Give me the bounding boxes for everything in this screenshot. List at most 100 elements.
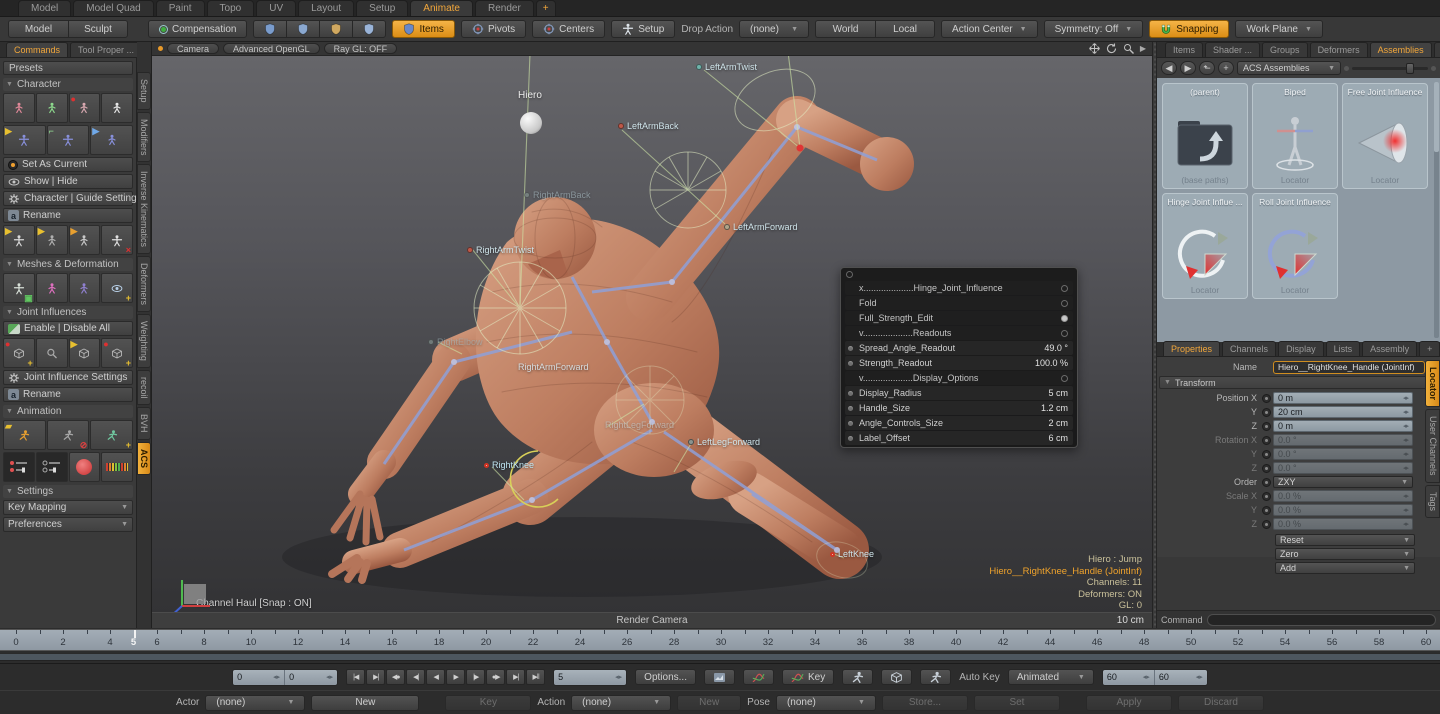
rig-label-leftarmtwist[interactable]: LeftArmTwist: [696, 62, 757, 72]
side-tab-bvh[interactable]: BVH: [137, 407, 151, 440]
hud-row-strength-readout[interactable]: Strength_Readout100.0 %: [845, 356, 1073, 370]
rig-label-leftlegforward[interactable]: LeftLegForward: [688, 437, 760, 447]
play-forward-button[interactable]: ▶: [446, 669, 465, 685]
back-button[interactable]: ◀: [1161, 61, 1177, 75]
prop-side-tab-user-channels[interactable]: User Channels: [1425, 409, 1440, 483]
frame-number-54[interactable]: 54: [1275, 637, 1295, 648]
rig-label-leftarmforward[interactable]: LeftArmForward: [724, 222, 798, 232]
rig-label-rightarmtwist[interactable]: RightArmTwist: [467, 245, 534, 255]
new-action-button[interactable]: New: [677, 695, 741, 711]
zoom-icon[interactable]: [1123, 43, 1134, 54]
current-start-field[interactable]: 0◂▸: [285, 670, 337, 685]
prop-tab-item[interactable]: +: [1419, 341, 1440, 356]
hiero-root-label[interactable]: Hiero: [518, 90, 542, 101]
character-mesh[interactable]: [332, 120, 914, 580]
transform-value-field[interactable]: 0.0 °◂▸: [1273, 448, 1413, 460]
delete-character-icon[interactable]: ×: [101, 225, 133, 255]
action-dropdown[interactable]: (none)▼: [571, 695, 671, 711]
prop-tab-properties[interactable]: Properties: [1163, 341, 1220, 356]
rig-label-leftknee[interactable]: LeftKnee: [830, 549, 874, 559]
import-character-icon[interactable]: ▶: [3, 125, 46, 155]
character-record-icon[interactable]: ●: [69, 93, 101, 123]
rp-tab-item[interactable]: +: [1434, 42, 1440, 57]
store-pose-button[interactable]: Store...: [882, 695, 968, 711]
prop-tab-assembly[interactable]: Assembly: [1362, 341, 1417, 356]
retarget-icon-3[interactable]: ▶: [69, 225, 101, 255]
raygl-button[interactable]: Ray GL: OFF: [324, 43, 398, 54]
frame-number-36[interactable]: 36: [852, 637, 872, 648]
slider-thumb[interactable]: [1406, 63, 1414, 74]
side-tab-recoil[interactable]: recoil: [137, 370, 151, 406]
transform-section-header[interactable]: ▼Transform: [1159, 376, 1438, 389]
thumbnail-size-slider[interactable]: [1344, 61, 1436, 75]
transform-value-field[interactable]: 0.0 %◂▸: [1273, 490, 1413, 502]
joint-handle-dot[interactable]: [724, 224, 730, 230]
reset-dropdown[interactable]: Reset▼: [1275, 534, 1415, 546]
add-eye-icon[interactable]: +: [101, 273, 133, 303]
presets-header[interactable]: Presets: [3, 61, 133, 75]
inspect-joint-influence-icon[interactable]: [36, 338, 68, 368]
record-button-icon[interactable]: [69, 452, 101, 482]
transform-value-field[interactable]: 0 m◂▸: [1273, 420, 1413, 432]
channel-toggle-icon[interactable]: [1262, 464, 1271, 473]
meshes-section-header[interactable]: ▼Meshes & Deformation: [3, 258, 133, 271]
go-last-button[interactable]: ▶‖: [526, 669, 545, 685]
joint-handle-dot[interactable]: [524, 192, 530, 198]
rig-label-leftarmback[interactable]: LeftArmBack: [618, 121, 679, 131]
local-button[interactable]: Local: [875, 20, 935, 38]
frame-number-28[interactable]: 28: [664, 637, 684, 648]
frame-number-8[interactable]: 8: [194, 637, 214, 648]
viewport-flyout-icon[interactable]: ▶: [1140, 44, 1146, 53]
prev-keyframe-button[interactable]: ◀●: [386, 669, 405, 685]
actor-dropdown[interactable]: (none)▼: [205, 695, 305, 711]
assembly-card-free-joint[interactable]: Free Joint Influence Locator: [1342, 83, 1428, 189]
step-forward-button[interactable]: |▶: [466, 669, 485, 685]
side-tab-modifiers[interactable]: Modifiers: [137, 112, 151, 163]
camera-view-button[interactable]: Camera: [167, 43, 219, 54]
edge-shield-button[interactable]: [286, 20, 319, 38]
rig-label-rightlegforward[interactable]: RightLegForward: [605, 420, 674, 430]
hud-row-display-radius[interactable]: Display_Radius5 cm: [845, 386, 1073, 400]
transform-value-field[interactable]: 0.0 °◂▸: [1273, 434, 1413, 446]
frame-number-46[interactable]: 46: [1087, 637, 1107, 648]
prop-tab-lists[interactable]: Lists: [1326, 341, 1361, 356]
timeline-scrollbar[interactable]: [0, 653, 1440, 661]
transform-value-field[interactable]: 20 cm◂▸: [1273, 406, 1413, 418]
key-mapping-dropdown[interactable]: Key Mapping▼: [3, 500, 133, 515]
rig-label-rightarmforward[interactable]: RightArmForward: [518, 362, 589, 372]
channel-toggle-icon[interactable]: [1262, 520, 1271, 529]
deform-mesh-icon[interactable]: [69, 273, 101, 303]
command-input[interactable]: [1207, 614, 1436, 626]
prop-tab-display[interactable]: Display: [1278, 341, 1324, 356]
preferences-dropdown[interactable]: Preferences▼: [3, 517, 133, 532]
shading-mode-button[interactable]: Advanced OpenGL: [223, 43, 320, 54]
remove-joint-influence-icon[interactable]: ●+: [101, 338, 133, 368]
prop-side-tab-locator[interactable]: Locator: [1425, 360, 1440, 407]
drop-action-dropdown[interactable]: (none)▼: [739, 20, 809, 38]
transfer-joint-influence-icon[interactable]: ▶: [69, 338, 101, 368]
pan-icon[interactable]: [1089, 43, 1100, 54]
menu-tab-animate[interactable]: Animate: [410, 0, 473, 16]
retarget-icon-1[interactable]: ▶: [3, 225, 35, 255]
joint-influence-settings-button[interactable]: Joint Influence Settings: [3, 370, 133, 385]
hud-row-label-offset[interactable]: Label_Offset6 cm: [845, 431, 1073, 445]
menu-tab-topo[interactable]: Topo: [207, 0, 255, 16]
new-actor-button[interactable]: New: [311, 695, 419, 711]
compensation-button[interactable]: Compensation: [148, 20, 247, 38]
orbit-icon[interactable]: [1106, 43, 1117, 54]
hud-radio-icon[interactable]: [1061, 330, 1068, 337]
joint-influences-section-header[interactable]: ▼Joint Influences: [3, 306, 133, 319]
assembly-card-parent[interactable]: (parent) (base paths): [1162, 83, 1248, 189]
up-folder-button[interactable]: ⬑: [1199, 61, 1215, 75]
side-tab-deformers[interactable]: Deformers: [137, 256, 151, 312]
jump-forward-button[interactable]: ▶|: [506, 669, 525, 685]
menu-tab-uv[interactable]: UV: [256, 0, 296, 16]
play-reverse-button[interactable]: ◀: [426, 669, 445, 685]
hud-row-vdisplay-options[interactable]: v....................Display_Options: [845, 371, 1073, 385]
menu-tab-paint[interactable]: Paint: [156, 0, 205, 16]
left-tab-commands[interactable]: Commands: [6, 42, 68, 57]
frame-number-60[interactable]: 60: [1416, 637, 1436, 648]
frame-number-16[interactable]: 16: [382, 637, 402, 648]
frame-number-48[interactable]: 48: [1134, 637, 1154, 648]
action-center-dropdown[interactable]: Action Center▼: [941, 20, 1038, 38]
